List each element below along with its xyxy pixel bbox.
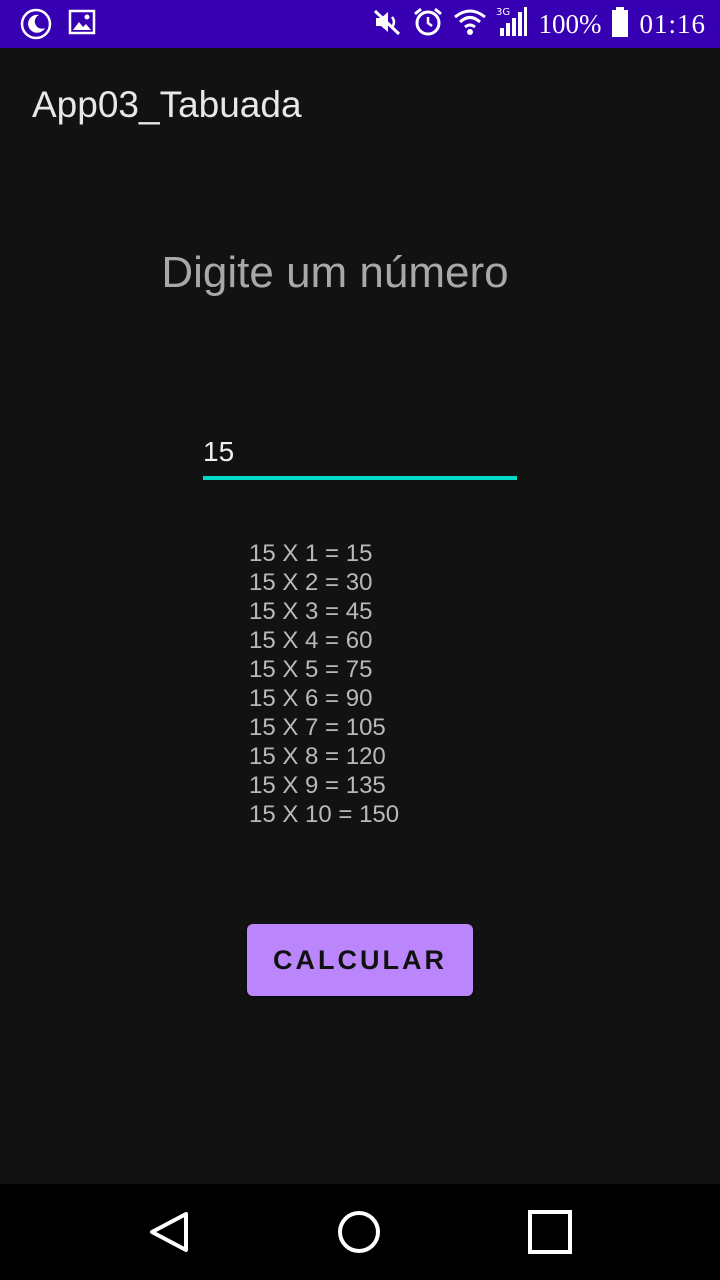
image-icon bbox=[68, 8, 96, 45]
result-line: 15 X 8 = 120 bbox=[249, 743, 386, 770]
home-icon[interactable] bbox=[335, 1208, 383, 1256]
results-list: 15 X 1 = 15 15 X 2 = 30 15 X 3 = 45 15 X… bbox=[249, 539, 399, 829]
app-bar: App03_Tabuada bbox=[0, 48, 720, 160]
signal-icon: 3G bbox=[496, 6, 528, 43]
mute-icon bbox=[372, 7, 402, 42]
prompt-label: Digite um número bbox=[161, 248, 509, 297]
moon-icon bbox=[20, 8, 52, 45]
result-line: 15 X 7 = 105 bbox=[249, 714, 386, 741]
wifi-icon bbox=[454, 8, 487, 41]
number-input[interactable] bbox=[203, 428, 517, 480]
result-line: 15 X 6 = 90 bbox=[249, 685, 373, 712]
result-line: 15 X 2 = 30 bbox=[249, 569, 373, 596]
status-bar: 3G 100% 01:16 bbox=[0, 0, 720, 48]
navigation-bar bbox=[0, 1184, 720, 1280]
result-line: 15 X 5 = 75 bbox=[249, 656, 373, 683]
network-type-label: 3G bbox=[496, 7, 510, 18]
app-title: App03_Tabuada bbox=[32, 84, 302, 125]
battery-percent: 100% bbox=[538, 8, 602, 39]
result-line: 15 X 10 = 150 bbox=[249, 801, 400, 828]
calculate-button[interactable]: Calcular bbox=[247, 924, 473, 996]
back-icon[interactable] bbox=[146, 1208, 194, 1256]
recents-icon[interactable] bbox=[526, 1208, 574, 1256]
status-right-icons: 3G 100% 01:16 bbox=[372, 6, 706, 42]
result-line: 15 X 1 = 15 bbox=[249, 540, 373, 567]
result-line: 15 X 3 = 45 bbox=[249, 598, 373, 625]
result-line: 15 X 9 = 135 bbox=[249, 772, 386, 799]
status-left-icons bbox=[20, 8, 96, 45]
result-line: 15 X 4 = 60 bbox=[249, 627, 373, 654]
clock: 01:16 bbox=[639, 8, 706, 39]
battery-icon bbox=[611, 6, 629, 42]
alarm-icon bbox=[412, 6, 444, 43]
